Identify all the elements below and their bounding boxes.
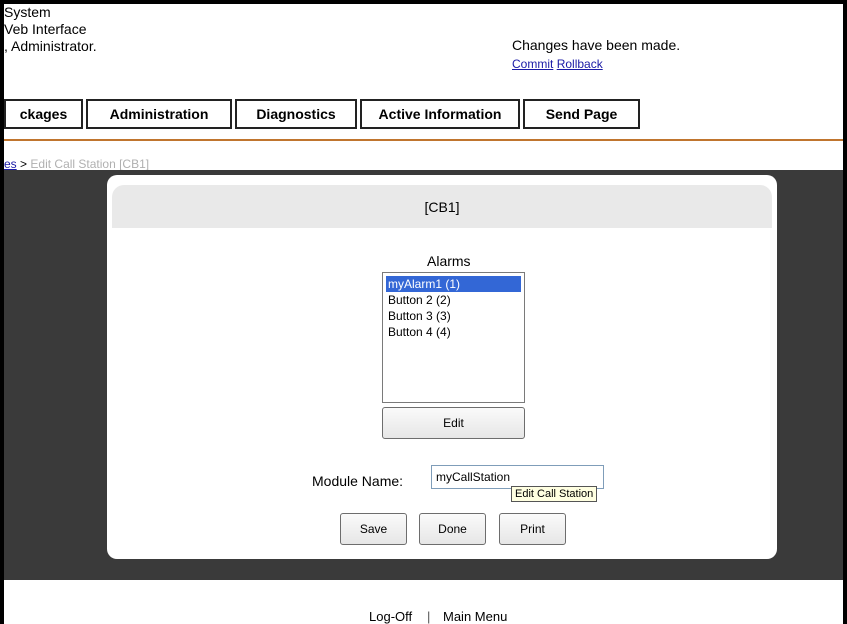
alarm-list-item[interactable]: myAlarm1 (1) — [386, 276, 521, 292]
tab-diagnostics[interactable]: Diagnostics — [235, 99, 357, 129]
footer-separator: | — [427, 609, 431, 624]
commit-rollback-links: Commit Rollback — [512, 57, 603, 71]
print-button[interactable]: Print — [499, 513, 566, 545]
header-user-line: , Administrator. — [4, 38, 97, 54]
header-divider — [4, 139, 843, 141]
commit-link[interactable]: Commit — [512, 57, 553, 71]
save-button[interactable]: Save — [340, 513, 407, 545]
tab-packages[interactable]: ckages — [4, 99, 83, 129]
alarms-label: Alarms — [427, 253, 471, 269]
edit-alarm-button[interactable]: Edit — [382, 407, 525, 439]
breadcrumb-parent-link[interactable]: es — [4, 157, 17, 171]
logoff-link[interactable]: Log-Off — [369, 609, 412, 624]
done-button[interactable]: Done — [419, 513, 486, 545]
module-name-label: Module Name: — [312, 473, 404, 489]
alarm-list-item[interactable]: Button 2 (2) — [386, 292, 521, 308]
breadcrumb: es > Edit Call Station [CB1] — [4, 157, 149, 171]
panel-title: [CB1] — [112, 185, 772, 228]
alarm-list-item[interactable]: Button 4 (4) — [386, 324, 521, 340]
tab-administration[interactable]: Administration — [86, 99, 232, 129]
header-web-interface-line: Veb Interface — [4, 21, 87, 37]
breadcrumb-separator: > — [20, 157, 28, 171]
header-system-line: System — [4, 4, 51, 20]
module-name-tooltip: Edit Call Station — [511, 486, 598, 502]
alarms-listbox[interactable]: myAlarm1 (1) Button 2 (2) Button 3 (3) B… — [382, 272, 525, 403]
rollback-link[interactable]: Rollback — [557, 57, 603, 71]
changes-status: Changes have been made. — [512, 37, 681, 53]
alarm-list-item[interactable]: Button 3 (3) — [386, 308, 521, 324]
tab-active-information[interactable]: Active Information — [360, 99, 520, 129]
tab-send-page[interactable]: Send Page — [523, 99, 640, 129]
window-frame-right — [843, 0, 847, 624]
window-frame-top — [0, 0, 847, 4]
main-menu-link[interactable]: Main Menu — [443, 609, 507, 624]
breadcrumb-current: Edit Call Station [CB1] — [30, 157, 150, 171]
